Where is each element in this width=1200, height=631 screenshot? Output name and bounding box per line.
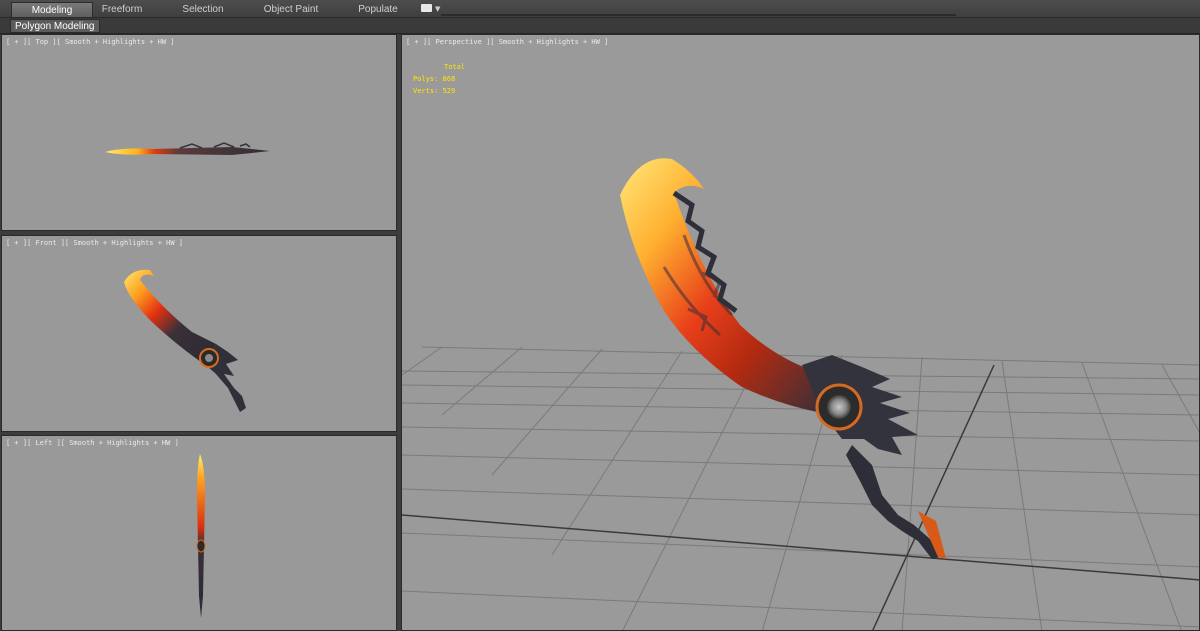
tab-object-paint[interactable]: Object Paint — [255, 2, 327, 17]
tab-freeform[interactable]: Freeform — [93, 2, 151, 17]
left-view-sword — [196, 454, 206, 618]
sword-model — [620, 158, 946, 559]
viewport-left[interactable]: [ + ][ Left ][ Smooth + Highlights + HW … — [1, 435, 397, 631]
ribbon-options-button[interactable]: ▼ — [421, 4, 441, 14]
front-view-sword — [124, 269, 246, 412]
ribbon-strip — [441, 14, 956, 16]
ribbon-tab-bar: Modeling Freeform Selection Object Paint… — [0, 0, 1200, 18]
tab-selection[interactable]: Selection — [170, 2, 236, 17]
viewport-front[interactable]: [ + ][ Front ][ Smooth + Highlights + HW… — [1, 235, 397, 432]
tab-modeling[interactable]: Modeling — [11, 2, 93, 17]
viewport-perspective[interactable]: [ + ][ Perspective ][ Smooth + Highlight… — [401, 34, 1200, 631]
polygon-modeling-panel-button[interactable]: Polygon Modeling — [10, 19, 100, 33]
perspective-scene — [402, 158, 1199, 630]
top-view-sword — [105, 142, 270, 155]
viewport-top[interactable]: [ + ][ Top ][ Smooth + Highlights + HW ] — [1, 34, 397, 231]
tab-populate[interactable]: Populate — [350, 2, 406, 17]
chevron-down-icon: ▼ — [435, 5, 441, 13]
ribbon-display-icon — [421, 4, 432, 12]
ribbon-panel-bar: Polygon Modeling — [0, 18, 1200, 34]
